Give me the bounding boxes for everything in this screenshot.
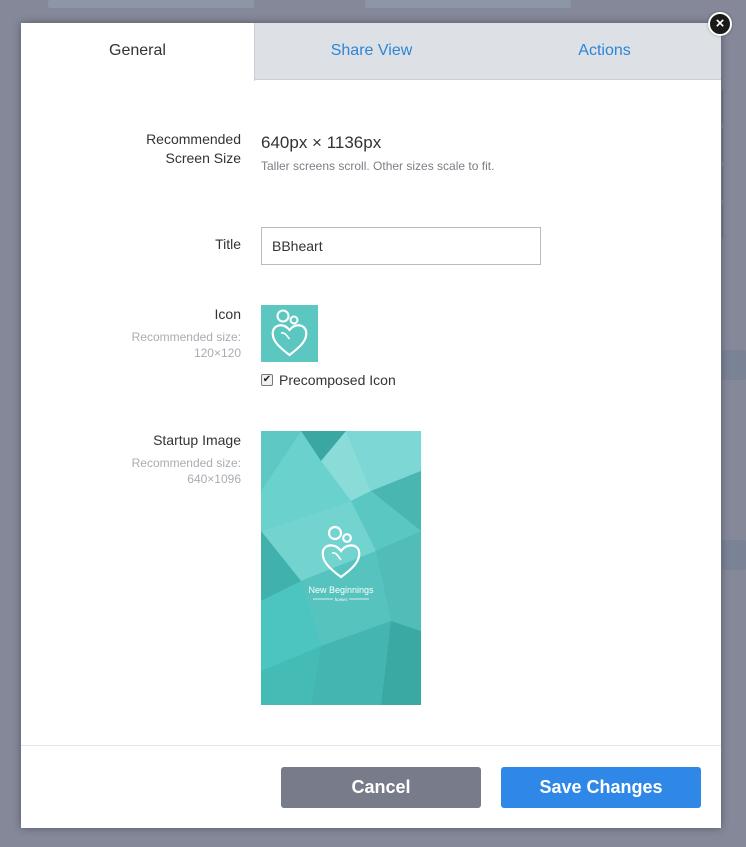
icon-recommended-line2: 120×120	[193, 346, 241, 360]
screen-size-label-line1: Recommended	[146, 131, 241, 147]
screen-size-value: 640px × 1136px	[261, 133, 382, 152]
background-panel	[722, 540, 746, 570]
startup-image-label: Startup Image	[153, 432, 241, 448]
icon-label: Icon	[214, 306, 241, 322]
screen-size-hint: Taller screens scroll. Other sizes scale…	[261, 159, 495, 173]
screen-size-label-line2: Screen Size	[165, 150, 241, 166]
background-sidebar-item	[722, 90, 746, 124]
startup-recommended-line1: Recommended size:	[131, 456, 241, 470]
background-sidebar-item	[722, 128, 746, 162]
icon-recommended-line1: Recommended size:	[131, 330, 241, 344]
startup-image-graphic: New Beginnings homes	[261, 431, 421, 705]
settings-dialog: General Share View Actions Recommended S…	[21, 23, 721, 828]
title-input[interactable]	[261, 227, 541, 265]
background-sidebar	[722, 90, 746, 242]
dialog-footer: Cancel Save Changes	[21, 745, 721, 828]
app-icon-preview[interactable]	[261, 305, 318, 362]
precomposed-label: Precomposed Icon	[279, 372, 396, 388]
background-sidebar-item	[722, 166, 746, 200]
heart-logo-icon	[271, 309, 308, 357]
tab-bar: General Share View Actions	[21, 23, 721, 81]
background-panel	[722, 350, 746, 380]
tab-share-view[interactable]: Share View	[255, 23, 488, 80]
tab-general[interactable]: General	[21, 23, 255, 81]
background-panel	[48, 0, 254, 8]
precomposed-icon-option[interactable]: ✔ Precomposed Icon	[261, 372, 396, 388]
tab-actions[interactable]: Actions	[488, 23, 721, 80]
startup-recommended-line2: 640×1096	[187, 472, 241, 486]
icon-recommended-size: Recommended size: 120×120	[132, 329, 241, 361]
precomposed-checkbox[interactable]: ✔	[261, 374, 273, 386]
close-icon[interactable]: ×	[708, 12, 732, 36]
cancel-button[interactable]: Cancel	[281, 767, 481, 808]
title-label: Title	[215, 236, 241, 252]
save-changes-button[interactable]: Save Changes	[501, 767, 701, 808]
startup-brand-subtext: homes	[335, 598, 348, 603]
background-panel	[365, 0, 571, 8]
startup-image-preview[interactable]: New Beginnings homes	[261, 431, 421, 705]
startup-brand-text: New Beginnings	[308, 585, 374, 595]
startup-recommended-size: Recommended size: 640×1096	[132, 455, 241, 487]
screen-size-label: Recommended Screen Size	[146, 130, 241, 168]
background-sidebar-item	[722, 204, 746, 238]
